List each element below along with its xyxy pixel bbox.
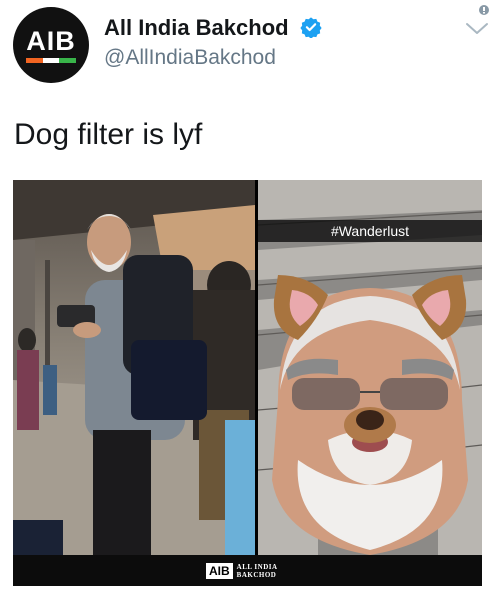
watermark-logo-text: AIB — [206, 563, 233, 579]
watermark-name-line1: ALL INDIA — [236, 563, 278, 571]
tweet-header: AIB All India Bakchod @AllIndiaBakchod — [0, 0, 502, 96]
avatar-logo-text: AIB — [26, 25, 76, 56]
photo-platform — [13, 180, 255, 555]
chevron-down-icon[interactable] — [461, 2, 495, 42]
avatar-tricolor-stripe — [26, 57, 77, 63]
account-handle[interactable]: @AllIndiaBakchod — [104, 46, 276, 70]
snapchat-caption: #Wanderlust — [258, 220, 482, 242]
avatar[interactable]: AIB — [13, 7, 89, 83]
watermark-logo: AIB ALL INDIA BAKCHOD — [206, 562, 278, 580]
display-name-row[interactable]: All India Bakchod — [104, 15, 322, 41]
tweet-media[interactable]: #Wanderlust AIB ALL INDIA BAKCHOD — [13, 180, 482, 586]
display-name[interactable]: All India Bakchod — [104, 15, 289, 40]
tweet-text: Dog filter is lyf — [14, 118, 203, 151]
verified-badge-icon — [300, 17, 322, 38]
watermark-bar: AIB ALL INDIA BAKCHOD — [13, 555, 482, 586]
watermark-name-line2: BAKCHOD — [236, 571, 277, 579]
photo-overlay-layer: #Wanderlust — [258, 180, 482, 555]
watermark-name: ALL INDIA BAKCHOD — [237, 563, 278, 579]
